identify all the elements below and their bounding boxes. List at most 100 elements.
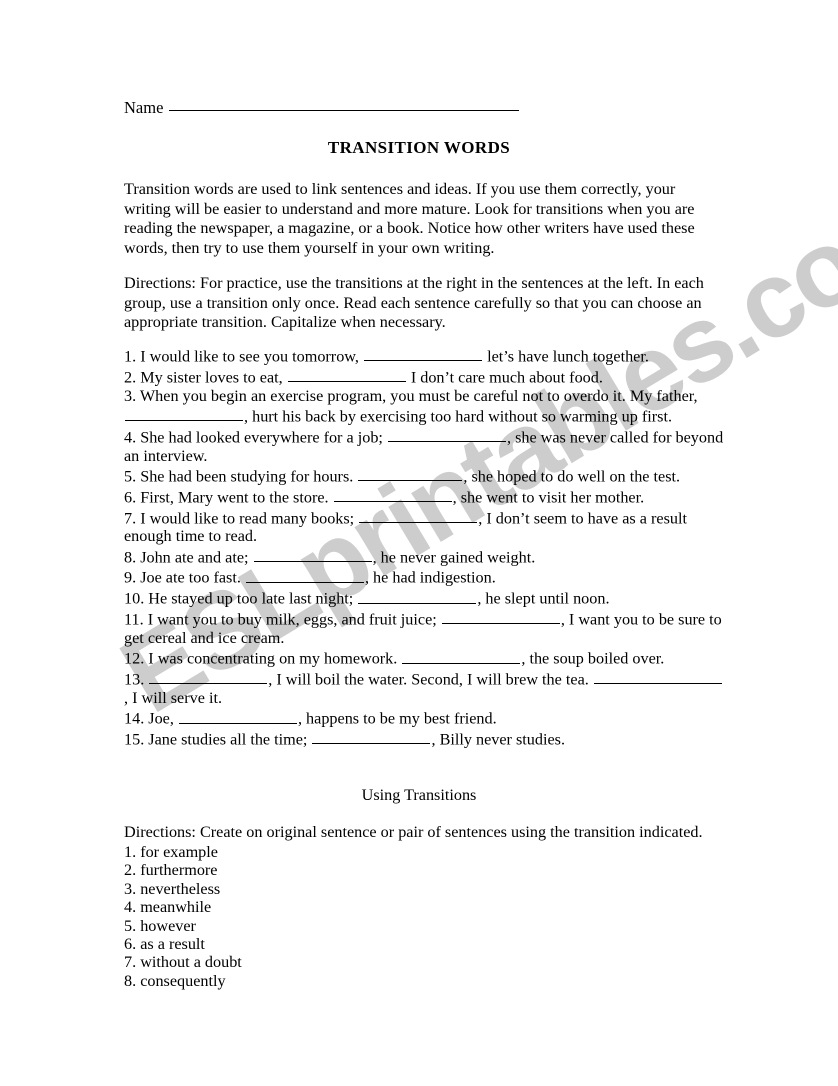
answer-blank[interactable]	[287, 366, 406, 383]
item-text-before: I want you to buy milk, eggs, and fruit …	[147, 610, 437, 629]
sentence-item-9: 9. Joe ate too fast. , he had indigestio…	[124, 566, 724, 587]
answer-blank[interactable]	[253, 546, 372, 563]
item-text-after: , hurt his back by exercising too hard w…	[244, 407, 672, 426]
transition-word-item-6: 6. as a result	[124, 935, 242, 953]
item-number: 7.	[124, 508, 137, 527]
item-text-after: , I will serve it.	[124, 688, 223, 707]
word-number: 5.	[124, 916, 137, 935]
item-text-before: When you begin an exercise program, you …	[139, 386, 698, 405]
item-number: 1.	[124, 347, 137, 366]
word-text: without a doubt	[140, 953, 242, 972]
sentence-item-12: 12. I was concentrating on my homework. …	[124, 647, 724, 668]
answer-blank[interactable]	[358, 465, 463, 482]
word-text: however	[140, 916, 196, 935]
answer-blank[interactable]	[358, 587, 477, 604]
transition-word-item-5: 5. however	[124, 917, 242, 935]
item-number: 3.	[124, 386, 137, 405]
answer-blank-second[interactable]	[593, 668, 722, 685]
answer-blank[interactable]	[333, 486, 452, 503]
item-number: 12.	[124, 649, 145, 668]
transition-word-item-2: 2. furthermore	[124, 861, 242, 879]
item-number: 13.	[124, 670, 145, 689]
item-number: 15.	[124, 730, 145, 749]
item-text-before: Jane studies all the time;	[148, 730, 308, 749]
using-transitions-heading: Using Transitions	[361, 786, 477, 804]
word-number: 6.	[124, 935, 137, 954]
worksheet-page: ESLprintables.com Name TRANSITION WORDS …	[0, 0, 838, 1086]
item-text-before: I would like to see you tomorrow,	[140, 347, 359, 366]
sentence-item-7: 7. I would like to read many books; , I …	[124, 507, 724, 546]
word-number: 7.	[124, 953, 137, 972]
item-text-after: , she hoped to do well on the test.	[463, 467, 681, 486]
item-text-before: She had looked everywhere for a job;	[140, 428, 383, 447]
answer-blank[interactable]	[402, 647, 521, 664]
transition-word-item-3: 3. nevertheless	[124, 880, 242, 898]
item-text-before: First, Mary went to the store.	[140, 488, 329, 507]
item-text-after: , she went to visit her mother.	[452, 488, 645, 507]
item-text-after: I don’t care much about food.	[410, 368, 603, 387]
item-number: 11.	[124, 610, 144, 629]
item-number: 8.	[124, 548, 137, 567]
word-text: as a result	[140, 935, 205, 954]
sentence-item-13: 13. , I will boil the water. Second, I w…	[124, 668, 724, 707]
item-text-before: She had been studying for hours.	[140, 467, 354, 486]
item-text-before: Joe ate too fast.	[140, 568, 241, 587]
sentence-item-5: 5. She had been studying for hours. , sh…	[124, 465, 724, 486]
item-number: 14.	[124, 709, 145, 728]
name-input-line[interactable]	[169, 109, 520, 111]
item-text-after: let’s have lunch together.	[487, 347, 649, 366]
word-number: 8.	[124, 971, 137, 990]
sentence-item-14: 14. Joe, , happens to be my best friend.	[124, 707, 724, 728]
word-number: 1.	[124, 843, 137, 861]
item-text-after: , the soup boiled over.	[521, 649, 665, 668]
item-number: 5.	[124, 467, 137, 486]
item-text-after: , happens to be my best friend.	[297, 709, 497, 728]
item-text-before: He stayed up too late last night;	[148, 589, 354, 608]
sentence-item-4: 4. She had looked everywhere for a job; …	[124, 426, 724, 465]
name-label: Name	[124, 98, 164, 117]
word-text: consequently	[140, 971, 226, 990]
item-number: 9.	[124, 568, 137, 587]
item-number: 4.	[124, 428, 137, 447]
transition-word-item-7: 7. without a doubt	[124, 953, 242, 971]
transition-word-list: 1. for example 2. furthermore 3. neverth…	[124, 843, 242, 990]
item-text-after: , Billy never studies.	[431, 730, 565, 749]
word-text: for example	[140, 843, 218, 861]
item-text-after: , he never gained weight.	[372, 548, 536, 567]
answer-blank[interactable]	[178, 707, 297, 724]
item-text-after: , he had indigestion.	[364, 568, 496, 587]
sentence-item-10: 10. He stayed up too late last night; , …	[124, 587, 724, 608]
word-number: 2.	[124, 861, 137, 880]
item-text-before: I was concentrating on my homework.	[148, 649, 398, 668]
name-field: Name	[124, 98, 520, 118]
answer-blank[interactable]	[441, 608, 560, 625]
sentence-exercise-list: 1. I would like to see you tomorrow, let…	[124, 345, 724, 749]
word-text: furthermore	[140, 861, 218, 880]
page-title: TRANSITION WORDS	[327, 138, 511, 157]
answer-blank[interactable]	[364, 345, 483, 362]
item-text-before: My sister loves to eat,	[140, 368, 283, 387]
item-text-before: I would like to read many books;	[140, 508, 355, 527]
item-number: 6.	[124, 488, 137, 507]
transition-word-item-1: 1. for example	[124, 843, 242, 861]
answer-blank[interactable]	[387, 426, 506, 443]
sentence-item-2: 2. My sister loves to eat, I don’t care …	[124, 366, 724, 387]
item-number: 2.	[124, 368, 137, 387]
item-text-before: John ate and ate;	[140, 548, 249, 567]
directions-paragraph: Directions: For practice, use the transi…	[124, 274, 704, 332]
answer-blank[interactable]	[149, 668, 268, 685]
answer-blank[interactable]	[359, 507, 478, 523]
transition-word-item-8: 8. consequently	[124, 972, 242, 990]
item-number: 10.	[124, 589, 145, 608]
word-number: 4.	[124, 898, 137, 917]
item-text-after: , he slept until noon.	[477, 589, 610, 608]
answer-blank[interactable]	[312, 728, 431, 745]
sentence-item-11: 11. I want you to buy milk, eggs, and fr…	[124, 608, 724, 647]
intro-paragraph: Transition words are used to link senten…	[124, 180, 695, 257]
transition-word-item-4: 4. meanwhile	[124, 898, 242, 916]
item-text-middle: , I will boil the water. Second, I will …	[268, 670, 589, 689]
using-transitions-directions: Directions: Create on original sentence …	[124, 823, 703, 841]
answer-blank[interactable]	[245, 566, 364, 583]
sentence-item-15: 15. Jane studies all the time; , Billy n…	[124, 728, 724, 749]
answer-blank[interactable]	[125, 405, 243, 422]
